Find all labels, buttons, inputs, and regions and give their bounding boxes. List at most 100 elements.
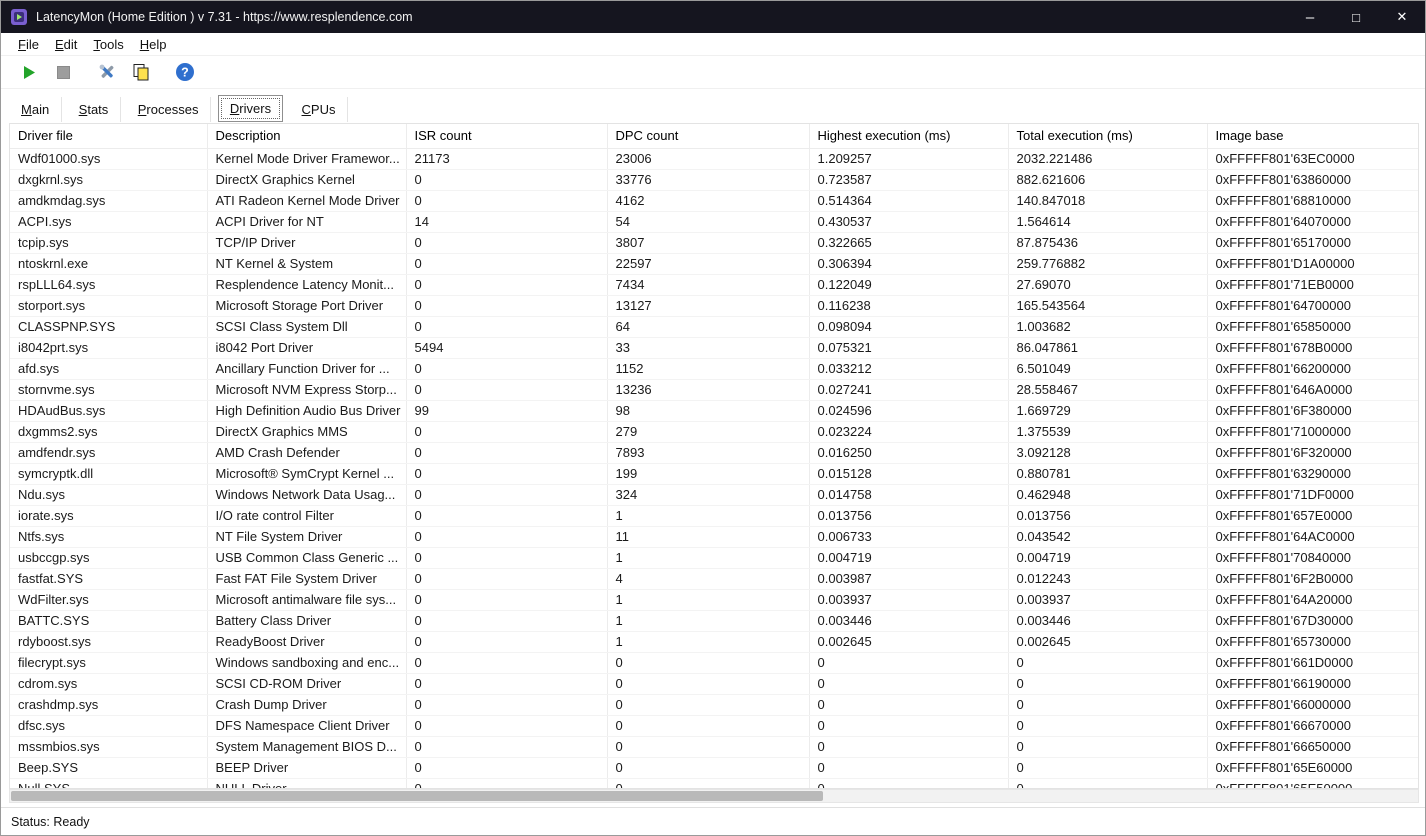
cell-isr-count: 0 — [406, 379, 608, 401]
table-row[interactable]: stornvme.sys Microsoft NVM Express Storp… — [10, 379, 1418, 401]
table-row[interactable]: storport.sys Microsoft Storage Port Driv… — [10, 295, 1418, 317]
table-row[interactable]: i8042prt.sys i8042 Port Driver 5494 33 0… — [10, 337, 1418, 359]
cell-description: TCP/IP Driver — [207, 232, 407, 254]
cell-description: NT File System Driver — [207, 526, 407, 548]
table-row[interactable]: mssmbios.sys System Management BIOS D...… — [10, 736, 1418, 758]
table-row[interactable]: rdyboost.sys ReadyBoost Driver 0 1 0.002… — [10, 631, 1418, 653]
cell-isr-count: 21173 — [406, 148, 608, 170]
cell-dpc-count: 199 — [607, 463, 810, 485]
cell-isr-count: 0 — [406, 484, 608, 506]
table-row[interactable]: crashdmp.sys Crash Dump Driver 0 0 0 0 0… — [10, 694, 1418, 716]
minimize-button[interactable]: – — [1287, 1, 1333, 33]
col-header-dpc-count[interactable]: DPC count — [607, 124, 810, 149]
copy-report-button[interactable] — [127, 59, 155, 85]
cell-highest-execution: 0.027241 — [809, 379, 1009, 401]
table-row[interactable]: Null.SYS NULL Driver 0 0 0 0 0xFFFFF801'… — [10, 778, 1418, 788]
col-header-image-base[interactable]: Image base — [1207, 124, 1418, 149]
cell-total-execution: 259.776882 — [1008, 253, 1208, 275]
cell-description: SCSI CD-ROM Driver — [207, 673, 407, 695]
cell-isr-count: 0 — [406, 274, 608, 296]
cell-image-base: 0xFFFFF801'64700000 — [1207, 295, 1418, 317]
col-header-highest-execution[interactable]: Highest execution (ms) — [809, 124, 1009, 149]
cell-highest-execution: 0.016250 — [809, 442, 1009, 464]
cell-driver-file: dfsc.sys — [10, 715, 208, 737]
col-header-isr-count[interactable]: ISR count — [406, 124, 608, 149]
table-row[interactable]: Wdf01000.sys Kernel Mode Driver Framewor… — [10, 148, 1418, 170]
cell-driver-file: rdyboost.sys — [10, 631, 208, 653]
close-button[interactable]: ✕ — [1379, 1, 1425, 33]
table-row[interactable]: tcpip.sys TCP/IP Driver 0 3807 0.322665 … — [10, 232, 1418, 254]
table-row[interactable]: filecrypt.sys Windows sandboxing and enc… — [10, 652, 1418, 674]
table-row[interactable]: fastfat.SYS Fast FAT File System Driver … — [10, 568, 1418, 590]
cell-image-base: 0xFFFFF801'64A20000 — [1207, 589, 1418, 611]
tab-stats[interactable]: Stats — [66, 97, 122, 122]
menu-help[interactable]: Help — [132, 35, 175, 54]
cell-dpc-count: 279 — [607, 421, 810, 443]
tab-drivers[interactable]: Drivers — [217, 95, 284, 122]
cell-image-base: 0xFFFFF801'66650000 — [1207, 736, 1418, 758]
table-row[interactable]: ntoskrnl.exe NT Kernel & System 0 22597 … — [10, 253, 1418, 275]
table-row[interactable]: dfsc.sys DFS Namespace Client Driver 0 0… — [10, 715, 1418, 737]
cell-dpc-count: 0 — [607, 715, 810, 737]
table-row[interactable]: ACPI.sys ACPI Driver for NT 14 54 0.4305… — [10, 211, 1418, 233]
col-header-description[interactable]: Description — [207, 124, 407, 149]
table-row[interactable]: dxgkrnl.sys DirectX Graphics Kernel 0 33… — [10, 169, 1418, 191]
horizontal-scrollbar-thumb[interactable] — [11, 791, 823, 801]
cell-description: ATI Radeon Kernel Mode Driver — [207, 190, 407, 212]
cell-dpc-count: 0 — [607, 778, 810, 788]
menu-tools[interactable]: Tools — [85, 35, 131, 54]
tab-processes[interactable]: Processes — [125, 97, 212, 122]
cell-image-base: 0xFFFFF801'63290000 — [1207, 463, 1418, 485]
cell-isr-count: 0 — [406, 358, 608, 380]
cell-highest-execution: 0.004719 — [809, 547, 1009, 569]
menu-file[interactable]: File — [10, 35, 47, 54]
table-row[interactable]: WdFilter.sys Microsoft antimalware file … — [10, 589, 1418, 611]
cell-image-base: 0xFFFFF801'71EB0000 — [1207, 274, 1418, 296]
title-bar[interactable]: LatencyMon (Home Edition ) v 7.31 - http… — [1, 1, 1425, 33]
cell-highest-execution: 0.514364 — [809, 190, 1009, 212]
cell-image-base: 0xFFFFF801'66200000 — [1207, 358, 1418, 380]
cell-image-base: 0xFFFFF801'67D30000 — [1207, 610, 1418, 632]
table-row[interactable]: HDAudBus.sys High Definition Audio Bus D… — [10, 400, 1418, 422]
table-row[interactable]: Beep.SYS BEEP Driver 0 0 0 0 0xFFFFF801'… — [10, 757, 1418, 779]
table-row[interactable]: cdrom.sys SCSI CD-ROM Driver 0 0 0 0 0xF… — [10, 673, 1418, 695]
table-row[interactable]: BATTC.SYS Battery Class Driver 0 1 0.003… — [10, 610, 1418, 632]
table-row[interactable]: afd.sys Ancillary Function Driver for ..… — [10, 358, 1418, 380]
tab-main[interactable]: Main — [9, 97, 63, 122]
table-row[interactable]: usbccgp.sys USB Common Class Generic ...… — [10, 547, 1418, 569]
tab-cpus[interactable]: CPUs — [289, 97, 349, 122]
table-row[interactable]: Ndu.sys Windows Network Data Usag... 0 3… — [10, 484, 1418, 506]
cell-highest-execution: 0.023224 — [809, 421, 1009, 443]
stop-monitor-button[interactable] — [49, 59, 77, 85]
table-row[interactable]: amdkmdag.sys ATI Radeon Kernel Mode Driv… — [10, 190, 1418, 212]
col-header-driver-file[interactable]: Driver file — [10, 124, 208, 149]
cell-image-base: 0xFFFFF801'65E50000 — [1207, 778, 1418, 788]
app-icon[interactable] — [10, 8, 28, 26]
cell-image-base: 0xFFFFF801'65170000 — [1207, 232, 1418, 254]
cell-total-execution: 0.002645 — [1008, 631, 1208, 653]
options-button[interactable] — [93, 59, 121, 85]
start-monitor-button[interactable] — [15, 59, 43, 85]
table-row[interactable]: symcryptk.dll Microsoft® SymCrypt Kernel… — [10, 463, 1418, 485]
cell-description: Resplendence Latency Monit... — [207, 274, 407, 296]
cell-isr-count: 0 — [406, 505, 608, 527]
cell-total-execution: 27.69070 — [1008, 274, 1208, 296]
cell-dpc-count: 0 — [607, 736, 810, 758]
maximize-button[interactable]: □ — [1333, 1, 1379, 33]
table-row[interactable]: rspLLL64.sys Resplendence Latency Monit.… — [10, 274, 1418, 296]
table-row[interactable]: amdfendr.sys AMD Crash Defender 0 7893 0… — [10, 442, 1418, 464]
help-button[interactable]: ? — [171, 59, 199, 85]
table-row[interactable]: iorate.sys I/O rate control Filter 0 1 0… — [10, 505, 1418, 527]
table-row[interactable]: Ntfs.sys NT File System Driver 0 11 0.00… — [10, 526, 1418, 548]
cell-driver-file: usbccgp.sys — [10, 547, 208, 569]
cell-isr-count: 0 — [406, 316, 608, 338]
cell-driver-file: Ntfs.sys — [10, 526, 208, 548]
cell-isr-count: 0 — [406, 463, 608, 485]
horizontal-scrollbar[interactable] — [9, 789, 1419, 803]
col-header-total-execution[interactable]: Total execution (ms) — [1008, 124, 1208, 149]
cell-description: System Management BIOS D... — [207, 736, 407, 758]
table-row[interactable]: CLASSPNP.SYS SCSI Class System Dll 0 64 … — [10, 316, 1418, 338]
menu-edit[interactable]: Edit — [47, 35, 85, 54]
cell-highest-execution: 0.014758 — [809, 484, 1009, 506]
table-row[interactable]: dxgmms2.sys DirectX Graphics MMS 0 279 0… — [10, 421, 1418, 443]
